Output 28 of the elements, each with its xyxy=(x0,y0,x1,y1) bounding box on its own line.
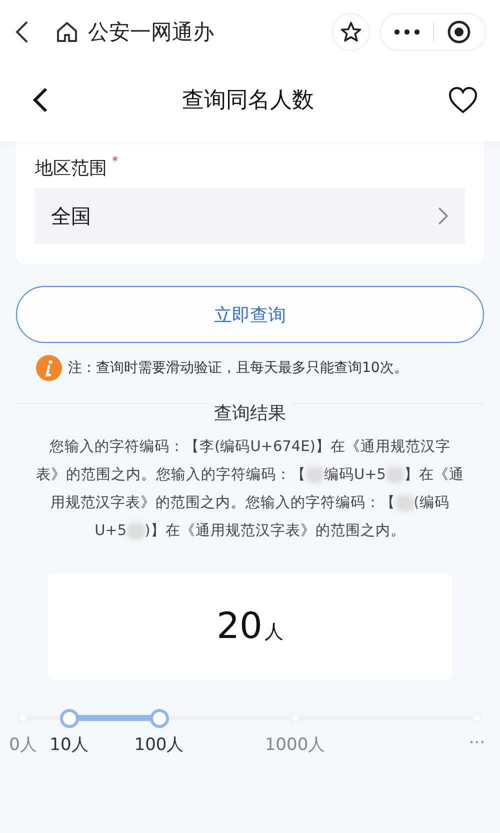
count-value: 20 xyxy=(216,606,262,647)
tick-label: ··· xyxy=(468,733,486,753)
app-title: 公安一网通办 xyxy=(88,19,214,46)
field-label: 地区范围 xyxy=(35,158,107,179)
tick-label: 100人 xyxy=(134,734,184,756)
slider-handle[interactable] xyxy=(150,709,168,728)
page-title: 查询同名人数 xyxy=(181,87,315,115)
info-icon xyxy=(36,355,62,381)
favorite-button[interactable] xyxy=(332,13,370,51)
note-text: 注：查询时需要滑动验证，且每天最多只能查询10次。 xyxy=(68,359,408,377)
slider-handle[interactable] xyxy=(60,709,78,728)
range-slider[interactable]: 0人 10人 100人 1000人 ··· xyxy=(0,695,500,765)
region-select[interactable]: 全国 xyxy=(35,188,465,244)
chevron-icon xyxy=(437,206,449,226)
count-unit: 人 xyxy=(264,620,284,644)
required-mark: * xyxy=(112,154,118,168)
tick-label: 1000人 xyxy=(264,734,326,756)
heart-icon[interactable] xyxy=(448,86,478,114)
back-icon[interactable] xyxy=(14,20,30,44)
more-icon[interactable] xyxy=(394,29,420,35)
back-icon[interactable] xyxy=(32,87,48,113)
star-icon xyxy=(340,21,362,43)
tick-label: 10人 xyxy=(50,734,88,756)
result-text: 您输入的字符编码：【李(编码U+674E)】在《通用规范汉字表》的范围之内。您输入的字符编码：【 编码U+5 】在《通用规范汉字表》的范围之内。您输入的字符编码：【 (编码U+5 )】在《通用规范汉字表》的范围之内。 xyxy=(35,438,465,542)
query-button[interactable]: 立即查询 xyxy=(16,286,484,343)
tick-label: 0人 xyxy=(9,734,37,756)
home-icon[interactable] xyxy=(56,21,78,43)
close-icon[interactable] xyxy=(447,20,472,44)
